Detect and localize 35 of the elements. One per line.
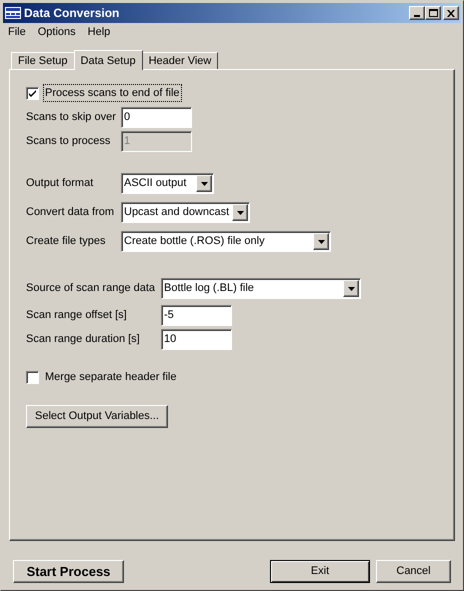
field-label: Create file types — [26, 234, 106, 250]
exit-button[interactable]: Exit — [270, 560, 370, 583]
minimize-icon[interactable] — [409, 6, 425, 20]
window-title: Data Conversion — [24, 5, 120, 22]
menu-item[interactable]: Options — [32, 24, 82, 40]
checkbox-label[interactable]: Process scans to end of file — [44, 84, 181, 102]
start-process-button[interactable]: Start Process — [13, 560, 124, 583]
select-variables-button[interactable]: Select Output Variables... — [26, 405, 168, 428]
dropdown[interactable]: ASCII output — [121, 173, 214, 194]
input-field[interactable]: -5 — [161, 304, 232, 326]
field-label: Scan range offset [s] — [26, 308, 128, 323]
input-field[interactable]: 10 — [161, 328, 232, 350]
field-label: Scans to process — [26, 134, 112, 149]
input-field[interactable]: 0 — [121, 106, 192, 128]
tab[interactable]: File Setup — [11, 52, 75, 69]
field-label: Scan range duration [s] — [26, 332, 141, 347]
tab[interactable]: Data Setup — [74, 50, 143, 70]
tab[interactable]: Header View — [142, 52, 218, 69]
dropdown[interactable]: Create bottle (.ROS) file only — [121, 231, 331, 252]
field-label: Source of scan range data — [26, 281, 156, 296]
checkbox[interactable] — [26, 86, 39, 100]
checkbox-label[interactable]: Merge separate header file — [44, 368, 178, 386]
field-label: Output format — [26, 176, 94, 192]
checkmark-icon — [28, 88, 37, 98]
menu-item[interactable]: Help — [82, 24, 116, 40]
field-label: Scans to skip over — [26, 110, 117, 125]
checkbox[interactable] — [26, 370, 39, 384]
cancel-button[interactable]: Cancel — [376, 560, 451, 583]
maximize-icon[interactable] — [425, 6, 441, 20]
app-icon — [5, 7, 21, 19]
dropdown[interactable]: Upcast and downcast — [121, 202, 250, 223]
field-label: Convert data from — [26, 205, 116, 220]
dropdown[interactable]: Bottle log (.BL) file — [161, 278, 361, 299]
menu-item[interactable]: File — [2, 24, 32, 40]
close-icon[interactable] — [443, 6, 459, 20]
